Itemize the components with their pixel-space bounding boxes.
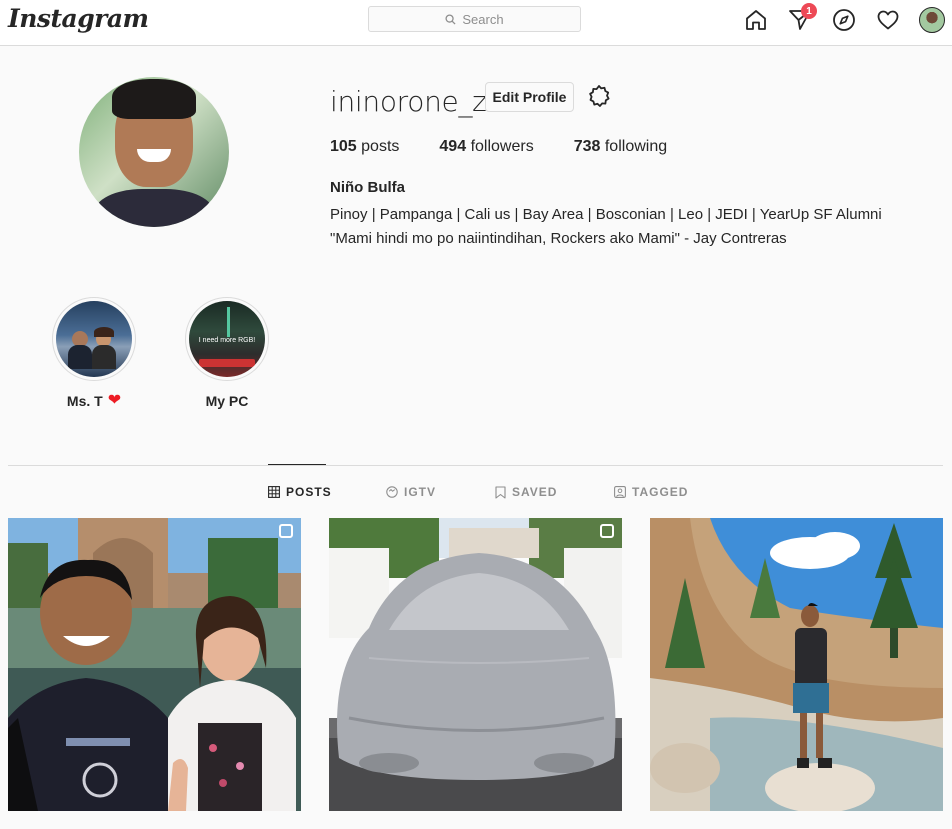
edit-profile-button[interactable]: Edit Profile: [485, 82, 574, 112]
tab-label: IGTV: [404, 485, 437, 499]
bio-line: "Mami hindi mo po naiintindihan, Rockers…: [330, 230, 787, 247]
tab-label: POSTS: [286, 485, 332, 499]
multiple-posts-icon: [600, 524, 614, 538]
tab-tagged[interactable]: TAGGED: [614, 485, 688, 499]
bio-line: Pinoy | Pampanga | Cali us | Bay Area | …: [330, 206, 882, 223]
tab-igtv[interactable]: IGTV: [386, 485, 436, 499]
followers-label: followers: [470, 138, 534, 155]
post-thumbnail[interactable]: [650, 518, 943, 811]
avatar[interactable]: [919, 7, 945, 33]
tab-posts[interactable]: POSTS: [268, 485, 332, 499]
profile-username: ininorone_z: [330, 85, 487, 118]
multiple-posts-icon: [279, 524, 293, 538]
instagram-logo[interactable]: Instagram: [8, 4, 149, 33]
post-thumbnail[interactable]: [8, 518, 301, 811]
highlight-thumbnail: I need more RGB!: [189, 301, 265, 377]
followers-count: 494: [439, 138, 467, 155]
highlight-label: My PC: [205, 393, 249, 409]
direct-icon[interactable]: 1: [787, 3, 817, 33]
activity-heart-icon[interactable]: [875, 7, 901, 33]
tab-label: SAVED: [512, 485, 558, 499]
settings-gear-icon[interactable]: [585, 83, 613, 111]
post-thumbnail[interactable]: [329, 518, 622, 811]
post-image: [329, 518, 622, 811]
posts-label: posts: [361, 138, 400, 155]
followers-stat[interactable]: 494 followers: [439, 138, 533, 156]
explore-icon[interactable]: [831, 7, 857, 33]
tab-label: TAGGED: [632, 485, 689, 499]
profile-bio: Pinoy | Pampanga | Cali us | Bay Area | …: [330, 203, 882, 251]
active-tab-indicator: [268, 464, 326, 465]
igtv-icon: [386, 486, 398, 498]
profile-stats: 105 posts 494 followers 738 following: [330, 138, 707, 156]
grid-icon: [268, 486, 280, 498]
tagged-icon: [614, 486, 626, 498]
following-count: 738: [573, 138, 601, 155]
story-highlight[interactable]: Ms. T ❤: [49, 297, 139, 409]
tab-saved[interactable]: SAVED: [495, 485, 557, 499]
profile-full-name: Niño Bulfa: [330, 179, 405, 196]
top-navigation-bar: Instagram Search 1: [0, 0, 952, 46]
posts-count: 105: [330, 138, 357, 155]
search-icon: [445, 13, 456, 25]
highlight-thumbnail: [56, 301, 132, 377]
search-box[interactable]: Search: [368, 6, 581, 32]
post-image: [8, 518, 301, 811]
following-stat[interactable]: 738 following: [574, 138, 667, 156]
heart-emoji-icon: ❤: [107, 392, 122, 409]
bookmark-icon: [495, 485, 506, 499]
search-placeholder: Search: [462, 11, 504, 27]
notification-badge: 1: [801, 3, 817, 19]
highlight-overlay-text: I need more RGB!: [198, 337, 256, 344]
home-icon[interactable]: [743, 7, 769, 33]
story-highlight[interactable]: I need more RGB! My PC: [182, 297, 272, 409]
post-image: [650, 518, 943, 811]
posts-stat: 105 posts: [330, 138, 399, 156]
profile-picture[interactable]: [79, 77, 229, 227]
highlight-label: Ms. T: [66, 393, 103, 409]
section-divider: [8, 465, 943, 466]
following-label: following: [604, 138, 668, 155]
